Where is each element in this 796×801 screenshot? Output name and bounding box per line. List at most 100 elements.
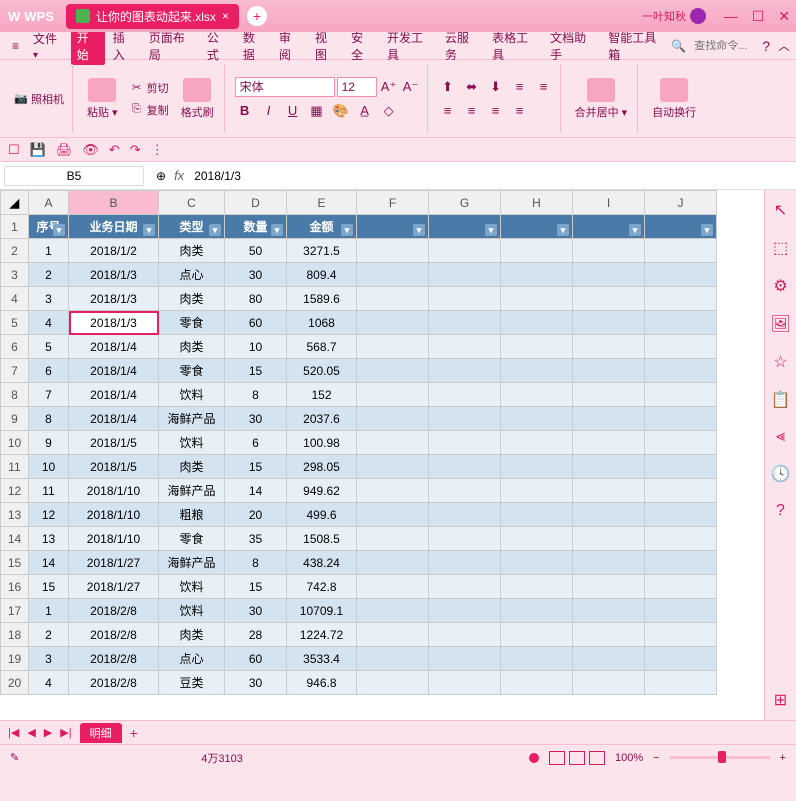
select-all-corner[interactable]: ◢ bbox=[1, 191, 29, 215]
cell[interactable] bbox=[429, 623, 501, 647]
qa-save-icon[interactable]: 💾 bbox=[30, 142, 46, 158]
cell[interactable] bbox=[645, 239, 717, 263]
italic-button[interactable]: I bbox=[259, 101, 279, 121]
cell-seq[interactable]: 15 bbox=[29, 575, 69, 599]
cell[interactable] bbox=[645, 599, 717, 623]
cell[interactable] bbox=[645, 551, 717, 575]
close-icon[interactable]: ✕ bbox=[778, 8, 790, 25]
cell-type[interactable]: 肉类 bbox=[159, 287, 225, 311]
cell-amount[interactable]: 3533.4 bbox=[287, 647, 357, 671]
status-mode-icon[interactable]: ✎ bbox=[10, 751, 19, 764]
cell[interactable] bbox=[645, 527, 717, 551]
cell[interactable] bbox=[429, 215, 501, 239]
menu-data[interactable]: 数据 bbox=[237, 27, 271, 65]
cell-qty[interactable]: 60 bbox=[225, 311, 287, 335]
help-panel-icon[interactable]: ? bbox=[776, 502, 785, 520]
cell-seq[interactable]: 1 bbox=[29, 239, 69, 263]
cell-amount[interactable]: 152 bbox=[287, 383, 357, 407]
auto-wrap-button[interactable]: 自动换行 bbox=[648, 74, 700, 124]
cell-date[interactable]: 2018/1/3 bbox=[69, 287, 159, 311]
cell[interactable] bbox=[501, 335, 573, 359]
cell-qty[interactable]: 30 bbox=[225, 407, 287, 431]
document-tab[interactable]: 让你的图表动起来.xlsx × bbox=[66, 4, 239, 29]
cell-type[interactable]: 肉类 bbox=[159, 623, 225, 647]
indent-dec-icon[interactable]: ≡ bbox=[510, 77, 530, 97]
zoom-out-icon[interactable]: − bbox=[653, 752, 659, 764]
cell[interactable] bbox=[645, 311, 717, 335]
row-head[interactable]: 5 bbox=[1, 311, 29, 335]
cell-seq[interactable]: 5 bbox=[29, 335, 69, 359]
cell-qty[interactable]: 28 bbox=[225, 623, 287, 647]
sheet-nav-next-icon[interactable]: ▶ bbox=[44, 726, 52, 739]
cell[interactable] bbox=[573, 479, 645, 503]
cell[interactable] bbox=[645, 287, 717, 311]
cell[interactable] bbox=[573, 335, 645, 359]
settings-icon[interactable]: ⚙ bbox=[773, 276, 787, 296]
row-head[interactable]: 12 bbox=[1, 479, 29, 503]
align-justify-icon[interactable]: ≡ bbox=[510, 101, 530, 121]
cell-type[interactable]: 点心 bbox=[159, 263, 225, 287]
history-icon[interactable]: 🕓 bbox=[771, 464, 791, 484]
cell[interactable] bbox=[645, 671, 717, 695]
cell-type[interactable]: 饮料 bbox=[159, 383, 225, 407]
decrease-font-icon[interactable]: A⁻ bbox=[401, 77, 421, 97]
cell[interactable] bbox=[645, 647, 717, 671]
cell-amount[interactable]: 10709.1 bbox=[287, 599, 357, 623]
row-head[interactable]: 4 bbox=[1, 287, 29, 311]
cell-qty[interactable]: 6 bbox=[225, 431, 287, 455]
cell[interactable] bbox=[357, 575, 429, 599]
row-head[interactable]: 6 bbox=[1, 335, 29, 359]
cell[interactable] bbox=[501, 623, 573, 647]
cell[interactable] bbox=[573, 503, 645, 527]
cell[interactable] bbox=[645, 575, 717, 599]
cell-amount[interactable]: 1068 bbox=[287, 311, 357, 335]
cell-date[interactable]: 2018/2/8 bbox=[69, 623, 159, 647]
cell[interactable] bbox=[429, 335, 501, 359]
cell[interactable] bbox=[357, 479, 429, 503]
menu-safety[interactable]: 安全 bbox=[345, 27, 379, 65]
row-head[interactable]: 11 bbox=[1, 455, 29, 479]
cell[interactable] bbox=[357, 383, 429, 407]
cell[interactable] bbox=[501, 407, 573, 431]
cell[interactable] bbox=[429, 431, 501, 455]
view-break-icon[interactable] bbox=[589, 751, 605, 765]
cell[interactable] bbox=[573, 311, 645, 335]
font-color-icon[interactable]: A̲ bbox=[355, 101, 375, 121]
cell-amount[interactable]: 520.05 bbox=[287, 359, 357, 383]
cell[interactable] bbox=[429, 239, 501, 263]
camera-button[interactable]: 📷 照相机 bbox=[12, 89, 66, 109]
cell[interactable] bbox=[501, 575, 573, 599]
search-input[interactable] bbox=[694, 40, 754, 52]
merge-center-button[interactable]: 合并居中 ▾ bbox=[571, 74, 632, 124]
menu-smart-tools[interactable]: 智能工具箱 bbox=[602, 27, 669, 65]
cell[interactable] bbox=[645, 263, 717, 287]
row-head[interactable]: 9 bbox=[1, 407, 29, 431]
cell-seq[interactable]: 4 bbox=[29, 671, 69, 695]
copy-button[interactable]: ⎘复制 bbox=[128, 100, 171, 120]
row-head[interactable]: 13 bbox=[1, 503, 29, 527]
indent-inc-icon[interactable]: ≡ bbox=[534, 77, 554, 97]
cell-date[interactable]: 2018/1/3 bbox=[69, 311, 159, 335]
cell-date[interactable]: 2018/1/4 bbox=[69, 335, 159, 359]
share-icon[interactable]: ⪡ bbox=[776, 428, 785, 446]
header-type[interactable]: 类型 bbox=[159, 215, 225, 239]
cell-date[interactable]: 2018/1/10 bbox=[69, 479, 159, 503]
align-right-icon[interactable]: ≡ bbox=[486, 101, 506, 121]
cell[interactable] bbox=[573, 671, 645, 695]
cell-date[interactable]: 2018/1/4 bbox=[69, 359, 159, 383]
star-icon[interactable]: ☆ bbox=[773, 352, 787, 372]
border-button[interactable]: ▦ bbox=[307, 101, 327, 121]
cell[interactable] bbox=[501, 359, 573, 383]
align-left-icon[interactable]: ≡ bbox=[438, 101, 458, 121]
font-size-select[interactable] bbox=[337, 77, 377, 97]
cell[interactable] bbox=[357, 311, 429, 335]
header-qty[interactable]: 数量 bbox=[225, 215, 287, 239]
cell-date[interactable]: 2018/1/4 bbox=[69, 383, 159, 407]
cell-seq[interactable]: 12 bbox=[29, 503, 69, 527]
cell-type[interactable]: 点心 bbox=[159, 647, 225, 671]
header-date[interactable]: 业务日期 bbox=[69, 215, 159, 239]
menu-layout[interactable]: 页面布局 bbox=[143, 27, 199, 65]
cell[interactable] bbox=[645, 479, 717, 503]
menu-cloud[interactable]: 云服务 bbox=[439, 27, 484, 65]
cell[interactable] bbox=[429, 455, 501, 479]
